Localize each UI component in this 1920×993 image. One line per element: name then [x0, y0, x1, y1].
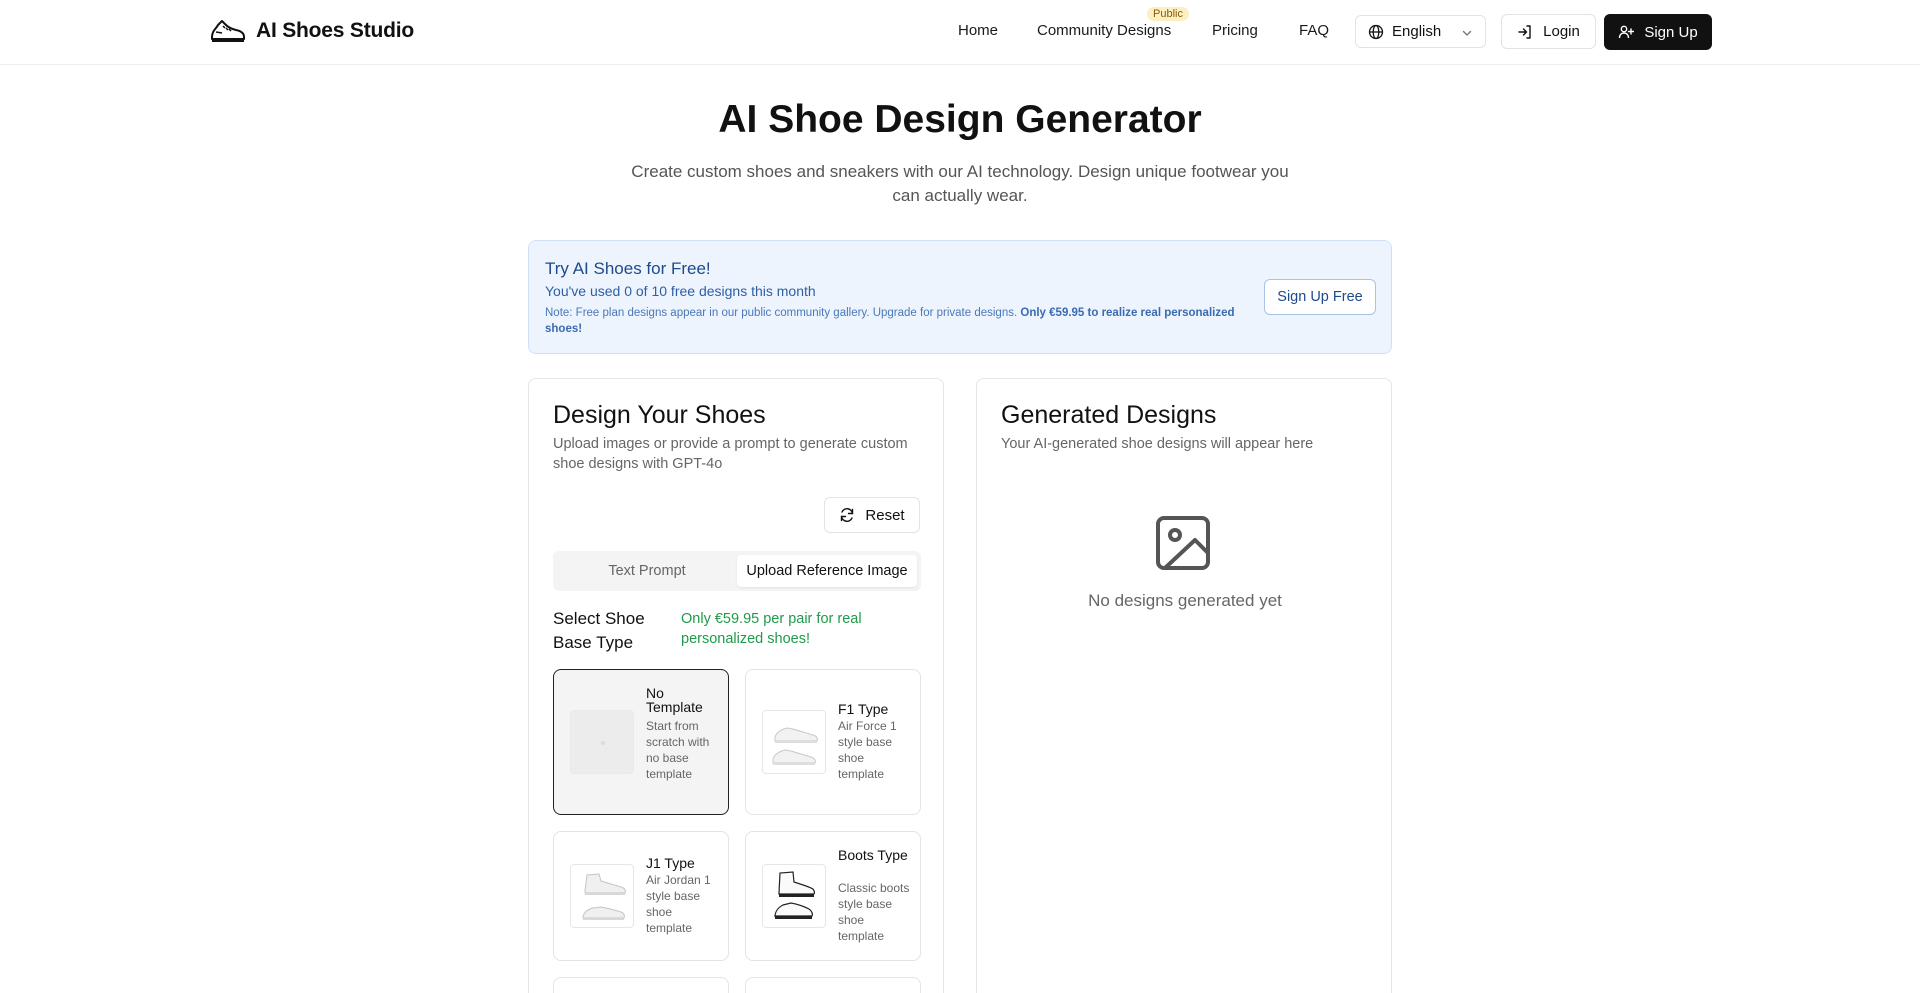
template-name: No Template	[646, 685, 703, 715]
page-title: AI Shoe Design Generator	[718, 98, 1202, 141]
template-name: Boots Type	[838, 847, 908, 863]
image-placeholder-icon	[1156, 516, 1210, 570]
nav-home[interactable]: Home	[958, 22, 998, 39]
site-header: AI Shoes Studio Home Community Designs P…	[0, 0, 1920, 65]
template-more-1[interactable]	[553, 977, 729, 993]
page-subtitle: Create custom shoes and sneakers with ou…	[631, 162, 1289, 205]
template-description: Air Jordan 1 style base shoe template	[646, 873, 711, 935]
refresh-icon	[841, 508, 854, 522]
language-select[interactable]: English	[1355, 15, 1486, 48]
template-j1-type[interactable]: J1 Type Air Jordan 1 style base shoe tem…	[553, 831, 729, 961]
banner-title: Try AI Shoes for Free!	[545, 259, 711, 278]
blank-image-icon	[601, 741, 605, 745]
free-trial-banner: Try AI Shoes for Free! You've used 0 of …	[528, 240, 1392, 354]
user-plus-icon	[1619, 25, 1635, 39]
template-name: F1 Type	[838, 701, 889, 717]
login-icon	[1518, 24, 1531, 39]
shoe-base-type-label: Select Shoe Base Type	[553, 609, 645, 652]
globe-icon	[1368, 24, 1384, 39]
generated-card-description: Your AI-generated shoe designs will appe…	[1001, 436, 1314, 452]
price-promo-text: Only €59.95 per pair for real personaliz…	[681, 611, 862, 647]
reset-button[interactable]: Reset	[824, 497, 920, 533]
signup-free-button[interactable]: Sign Up Free	[1264, 279, 1376, 315]
chevron-down-icon	[1462, 30, 1472, 36]
template-description: Air Force 1 style base shoe template	[838, 719, 897, 781]
banner-note: Note: Free plan designs appear in our pu…	[545, 305, 1265, 337]
language-value: English	[1392, 23, 1442, 40]
boot-icon	[774, 871, 815, 919]
signup-button[interactable]: Sign Up	[1604, 14, 1712, 50]
brand-link[interactable]: AI Shoes Studio	[210, 17, 414, 45]
generated-designs-card: Generated Designs Your AI-generated shoe…	[976, 378, 1392, 993]
tab-text-prompt[interactable]: Text Prompt	[557, 555, 737, 587]
template-name: J1 Type	[646, 855, 695, 871]
template-description: Start from scratch with no base template	[646, 719, 710, 781]
boots-thumbnail	[762, 864, 826, 928]
blank-template-thumbnail	[570, 710, 634, 774]
banner-note-text: Note: Free plan designs appear in our pu…	[545, 307, 1018, 319]
template-no-template[interactable]: No Template Start from scratch with no b…	[553, 669, 729, 815]
high-top-sneaker-icon	[582, 873, 626, 920]
template-boots-type[interactable]: Boots Type Classic boots style base shoe…	[745, 831, 921, 961]
nav-pricing[interactable]: Pricing	[1212, 22, 1258, 39]
empty-state-text: No designs generated yet	[1088, 591, 1282, 610]
login-label: Login	[1543, 23, 1580, 40]
tab-upload-reference-image[interactable]: Upload Reference Image	[737, 555, 917, 587]
generated-card-title: Generated Designs	[1001, 401, 1217, 429]
public-badge: Public	[1147, 7, 1189, 21]
signup-label: Sign Up	[1644, 23, 1698, 41]
login-button[interactable]: Login	[1501, 14, 1596, 49]
design-card-title: Design Your Shoes	[553, 401, 766, 429]
input-mode-tabs: Text Prompt Upload Reference Image	[553, 551, 921, 591]
template-f1-type[interactable]: F1 Type Air Force 1 style base shoe temp…	[745, 669, 921, 815]
free-usage-text: You've used 0 of 10 free designs this mo…	[545, 283, 816, 299]
nav-community-designs[interactable]: Community Designs	[1037, 22, 1171, 39]
brand-name: AI Shoes Studio	[256, 19, 415, 42]
f1-shoe-thumbnail	[762, 710, 826, 774]
design-card-description: Upload images or provide a prompt to gen…	[553, 436, 908, 472]
design-card: Design Your Shoes Upload images or provi…	[528, 378, 944, 993]
low-sneaker-icon	[772, 727, 818, 765]
template-description: Classic boots style base shoe template	[838, 881, 910, 943]
sneaker-logo-icon	[211, 20, 245, 42]
j1-shoe-thumbnail	[570, 864, 634, 928]
reset-label: Reset	[865, 506, 905, 524]
template-more-2[interactable]	[745, 977, 921, 993]
nav-faq[interactable]: FAQ	[1299, 22, 1329, 39]
